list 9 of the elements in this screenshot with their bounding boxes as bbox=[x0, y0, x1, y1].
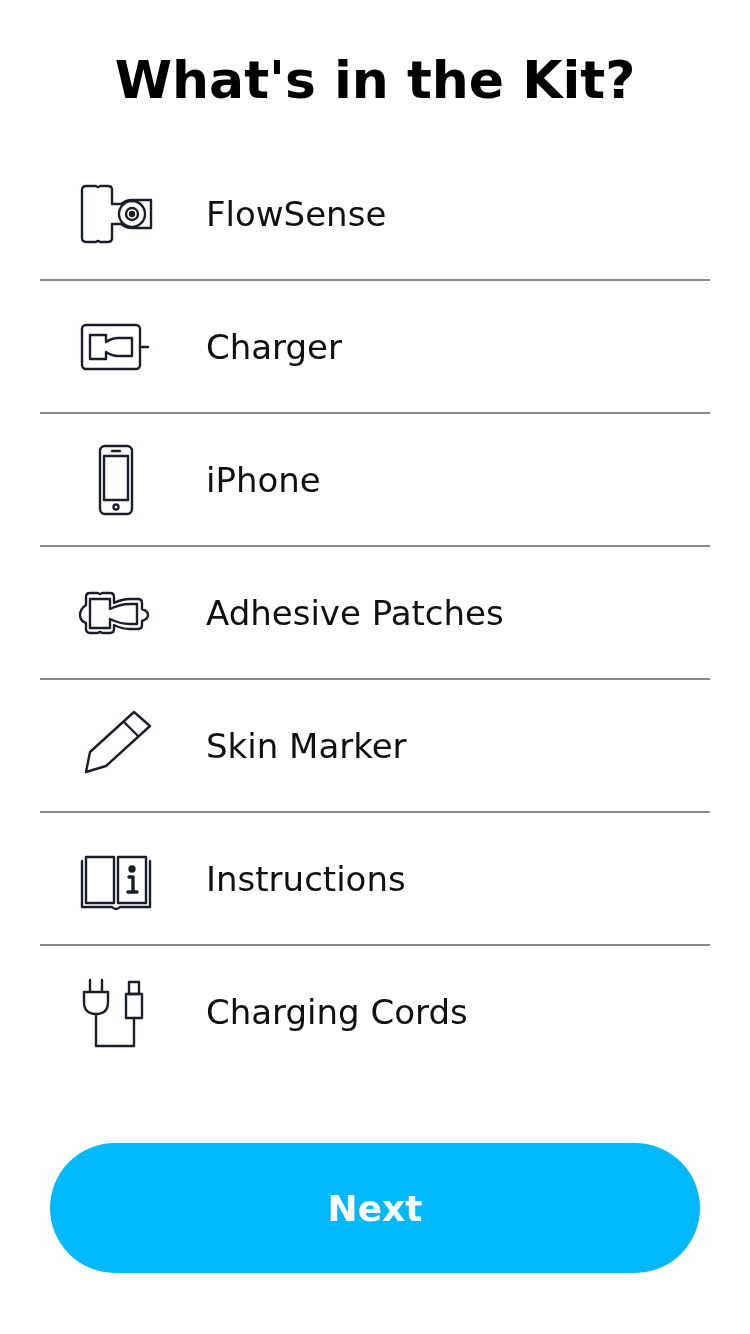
page-title: What's in the Kit? bbox=[114, 49, 636, 112]
kit-item-label: Skin Marker bbox=[206, 725, 407, 766]
kit-item-label: Charging Cords bbox=[206, 991, 468, 1032]
kit-item-label: iPhone bbox=[206, 459, 321, 500]
kit-item-label: Instructions bbox=[206, 858, 406, 899]
next-button[interactable]: Next bbox=[50, 1143, 700, 1273]
kit-item-label: Adhesive Patches bbox=[206, 592, 504, 633]
kit-item-label: Charger bbox=[206, 326, 342, 367]
kit-item-label: FlowSense bbox=[206, 193, 387, 234]
